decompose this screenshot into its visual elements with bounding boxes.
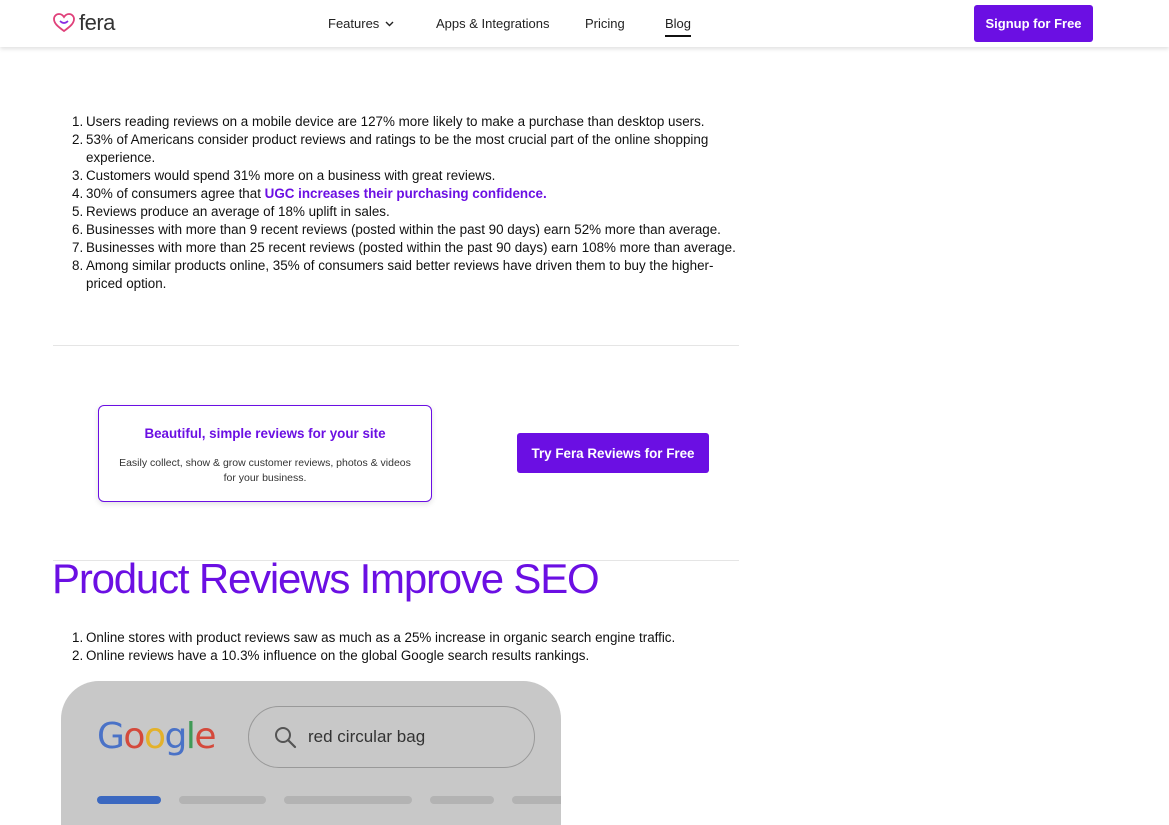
list-item: 6. Businesses with more than 9 recent re… xyxy=(53,221,743,239)
nav-features[interactable]: Features xyxy=(328,15,394,32)
list-number: 1. xyxy=(72,114,84,129)
list-text: 30% of consumers agree that xyxy=(86,186,265,201)
list-number: 6. xyxy=(72,222,84,237)
heart-logo-icon xyxy=(53,13,75,33)
search-icon xyxy=(275,727,297,749)
promo-description: Easily collect, show & grow customer rev… xyxy=(119,457,411,484)
list-number: 2. xyxy=(72,648,84,663)
list-text: Online stores with product reviews saw a… xyxy=(86,630,676,645)
list-text: 53% of Americans consider product review… xyxy=(86,132,709,165)
list-number: 8. xyxy=(72,258,84,273)
list-text: Users reading reviews on a mobile device… xyxy=(86,114,705,129)
nav-apps-integrations[interactable]: Apps & Integrations xyxy=(436,15,549,32)
list-item: 8. Among similar products online, 35% of… xyxy=(53,257,743,293)
list-text: Among similar products online, 35% of co… xyxy=(86,258,714,291)
ugc-confidence-link[interactable]: UGC increases their purchasing confidenc… xyxy=(265,186,547,201)
try-fera-reviews-button[interactable]: Try Fera Reviews for Free xyxy=(517,433,709,473)
illustration-tab xyxy=(430,796,494,804)
list-number: 2. xyxy=(72,132,84,147)
list-item: 2. Online reviews have a 10.3% influence… xyxy=(53,647,743,665)
fera-logo[interactable]: fera xyxy=(53,11,115,35)
list-text: Businesses with more than 9 recent revie… xyxy=(86,222,721,237)
list-item: 5. Reviews produce an average of 18% upl… xyxy=(53,203,743,221)
nav-pricing[interactable]: Pricing xyxy=(585,15,625,32)
google-logo: Google xyxy=(97,716,216,757)
section-divider xyxy=(53,345,739,346)
list-text: Reviews produce an average of 18% uplift… xyxy=(86,204,390,219)
section-heading: Product Reviews Improve SEO xyxy=(52,555,600,602)
illustration-search-box: red circular bag xyxy=(248,706,535,768)
active-nav-indicator xyxy=(665,35,691,37)
nav-blog[interactable]: Blog xyxy=(665,15,691,32)
seo-stats-list: 1. Online stores with product reviews sa… xyxy=(53,629,743,665)
signup-button[interactable]: Signup for Free xyxy=(974,5,1093,42)
illustration-tab xyxy=(179,796,266,804)
reviews-promo-card: Beautiful, simple reviews for your site … xyxy=(98,405,432,502)
list-text: Customers would spend 31% more on a busi… xyxy=(86,168,496,183)
list-number: 1. xyxy=(72,630,84,645)
illustration-tab-active xyxy=(97,796,161,804)
list-item: 3. Customers would spend 31% more on a b… xyxy=(53,167,743,185)
list-item: 1. Online stores with product reviews sa… xyxy=(53,629,743,647)
nav-features-label: Features xyxy=(328,16,380,31)
illustration-tab xyxy=(284,796,412,804)
list-item: 4. 30% of consumers agree that UGC incre… xyxy=(53,185,743,203)
list-number: 4. xyxy=(72,186,84,201)
list-number: 5. xyxy=(72,204,84,219)
list-item: 1. Users reading reviews on a mobile dev… xyxy=(53,113,743,131)
list-text: Businesses with more than 25 recent revi… xyxy=(86,240,736,255)
list-item: 2. 53% of Americans consider product rev… xyxy=(53,131,743,167)
list-text: Online reviews have a 10.3% influence on… xyxy=(86,648,590,663)
list-number: 7. xyxy=(72,240,84,255)
logo-text: fera xyxy=(79,10,115,35)
review-stats-list: 1. Users reading reviews on a mobile dev… xyxy=(53,113,743,293)
site-header: fera Features Apps & Integrations Pricin… xyxy=(0,0,1169,47)
illustration-search-text: red circular bag xyxy=(308,727,426,746)
illustration-tab xyxy=(512,796,561,804)
chevron-down-icon xyxy=(385,21,394,26)
list-item: 7. Businesses with more than 25 recent r… xyxy=(53,239,743,257)
promo-title: Beautiful, simple reviews for your site xyxy=(144,426,386,441)
google-search-illustration: Google red circular bag xyxy=(61,681,561,825)
list-number: 3. xyxy=(72,168,84,183)
